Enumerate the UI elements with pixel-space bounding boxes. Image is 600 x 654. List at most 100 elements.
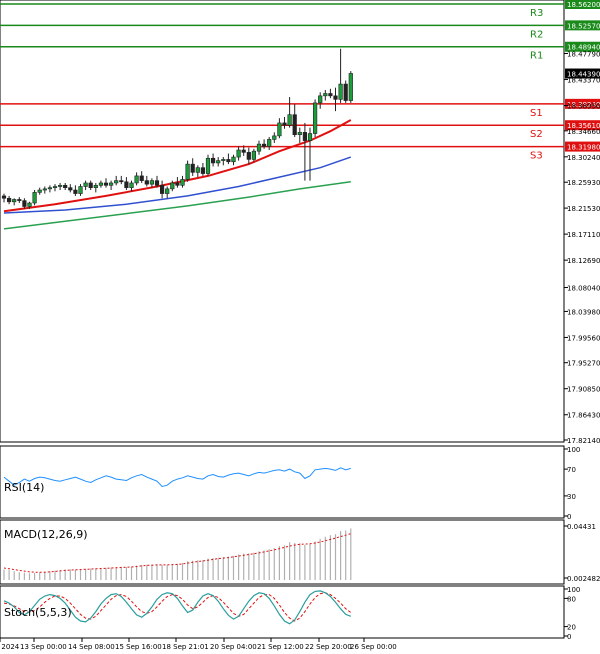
candle-body <box>236 149 241 158</box>
candle-body <box>251 150 257 160</box>
main-panel: R318.56200R218.52570R118.48940S118.39240… <box>0 0 600 445</box>
y-tick-label: 17.86430 <box>567 412 600 420</box>
x-tick-label: 21 Sep 12:00 <box>257 643 304 651</box>
level-name-r2: R2 <box>530 29 543 40</box>
rsi-y-axis: 100 70 30 0 <box>564 446 580 521</box>
candle-body <box>205 157 211 174</box>
macd-panel: MACD(12,26,9) 0.04431 0.002482 <box>0 519 600 585</box>
y-tick-label: 17.99560 <box>567 334 600 342</box>
candle-body <box>312 102 318 134</box>
candle-body <box>129 182 134 188</box>
candle-body <box>154 180 160 186</box>
y-tick-label: 18.30240 <box>567 154 600 162</box>
candle-body <box>348 73 353 101</box>
candle-body <box>103 182 109 186</box>
candle-body <box>175 182 180 186</box>
candle-body <box>226 159 231 163</box>
rsi-y-tick-label: 30 <box>567 493 576 501</box>
candle-body <box>27 202 32 207</box>
level-name-r3: R3 <box>530 8 543 19</box>
candle-body <box>272 135 277 140</box>
x-tick-label: 20 Sep 04:00 <box>210 643 257 651</box>
x-tick-label: Sep 2024 <box>0 643 20 651</box>
x-axis: Sep 202413 Sep 00:0014 Sep 08:0015 Sep 1… <box>0 638 397 651</box>
level-name-s3: S3 <box>530 151 543 162</box>
candle-body <box>261 143 267 147</box>
candle-body <box>160 185 165 194</box>
candle-body <box>88 182 93 188</box>
candle-body <box>109 182 114 186</box>
candle-body <box>246 152 251 160</box>
candle-body <box>323 93 328 97</box>
candle-body <box>68 187 73 191</box>
candle-body <box>114 180 119 184</box>
candle-body <box>200 167 206 174</box>
candle-body <box>144 180 149 185</box>
candle-body <box>333 95 338 100</box>
stoch-panel: Stoch(5,5,3) 10080 200 <box>0 585 580 641</box>
chart-root: R318.56200R218.52570R118.48940S118.39240… <box>0 0 600 651</box>
level-price-label-r3: 18.56200 <box>567 1 600 9</box>
macd-label: MACD(12,26,9) <box>4 528 88 541</box>
candle-body <box>170 182 175 190</box>
x-tick-label: 15 Sep 16:00 <box>115 643 162 651</box>
x-tick-label: 22 Sep 20:00 <box>305 643 352 651</box>
level-price-label-r2: 18.52570 <box>567 22 600 30</box>
main-y-axis: 18.47790 18.43370 18.38950 18.34660 18.30240… <box>564 51 600 445</box>
macd-y-tick-label: 0.04431 <box>567 523 596 531</box>
candle-body <box>165 188 170 194</box>
candle-body <box>78 186 83 194</box>
candle-body <box>1 195 7 199</box>
candle-body <box>7 197 12 203</box>
x-tick-label: 13 Sep 00:00 <box>20 643 67 651</box>
level-name-s2: S2 <box>530 129 543 140</box>
candle-body <box>180 179 185 186</box>
stoch-y-tick-label: 0 <box>567 633 571 641</box>
candle-body <box>98 182 103 186</box>
stoch-label: Stoch(5,5,3) <box>4 606 72 619</box>
y-tick-label: 17.95270 <box>567 360 600 368</box>
candle-body <box>32 192 37 204</box>
candle-body <box>338 83 343 100</box>
candle-body <box>307 133 313 141</box>
level-price-label-s3: 18.31980 <box>567 144 600 152</box>
rsi-label: RSI(14) <box>4 481 44 494</box>
candle-body <box>282 122 287 126</box>
rsi-y-tick-label: 100 <box>567 446 580 454</box>
stoch-y-axis: 10080 200 <box>564 586 580 641</box>
y-tick-label: 18.25930 <box>567 179 600 187</box>
candle-body <box>12 199 17 203</box>
rsi-panel: RSI(14) 100 70 30 0 <box>0 445 580 521</box>
x-tick-label: 14 Sep 08:00 <box>68 643 115 651</box>
candle-body <box>185 163 190 180</box>
macd-y-axis: 0.04431 0.002482 <box>564 523 600 583</box>
candle-body <box>221 159 226 161</box>
candle-body <box>47 187 52 190</box>
candle-body <box>211 157 216 164</box>
candle-body <box>57 185 63 187</box>
candle-body <box>241 149 246 153</box>
candle-body <box>292 114 297 135</box>
candle-body <box>93 185 98 188</box>
x-tick-label: 18 Sep 21:01 <box>162 643 209 651</box>
candle-body <box>149 180 155 185</box>
candle-body <box>216 160 221 164</box>
candle-body <box>139 175 144 181</box>
candle-body <box>22 200 27 207</box>
candle-body <box>287 114 292 126</box>
y-tick-label: 18.17110 <box>567 231 600 239</box>
y-tick-label: 17.82140 <box>567 437 600 445</box>
candle-body <box>73 189 78 194</box>
y-tick-label: 18.34660 <box>567 128 600 136</box>
candle-body <box>37 189 42 193</box>
x-tick-label: 26 Sep 00:00 <box>350 643 397 651</box>
candle-body <box>124 181 129 188</box>
candle-body <box>231 156 236 163</box>
candle-body <box>318 95 323 104</box>
level-name-r1: R1 <box>530 51 543 62</box>
candle-body <box>119 180 124 183</box>
candle-body <box>195 167 200 173</box>
candle-body <box>277 122 282 137</box>
y-tick-label: 18.21530 <box>567 205 600 213</box>
candle-body <box>134 175 139 184</box>
